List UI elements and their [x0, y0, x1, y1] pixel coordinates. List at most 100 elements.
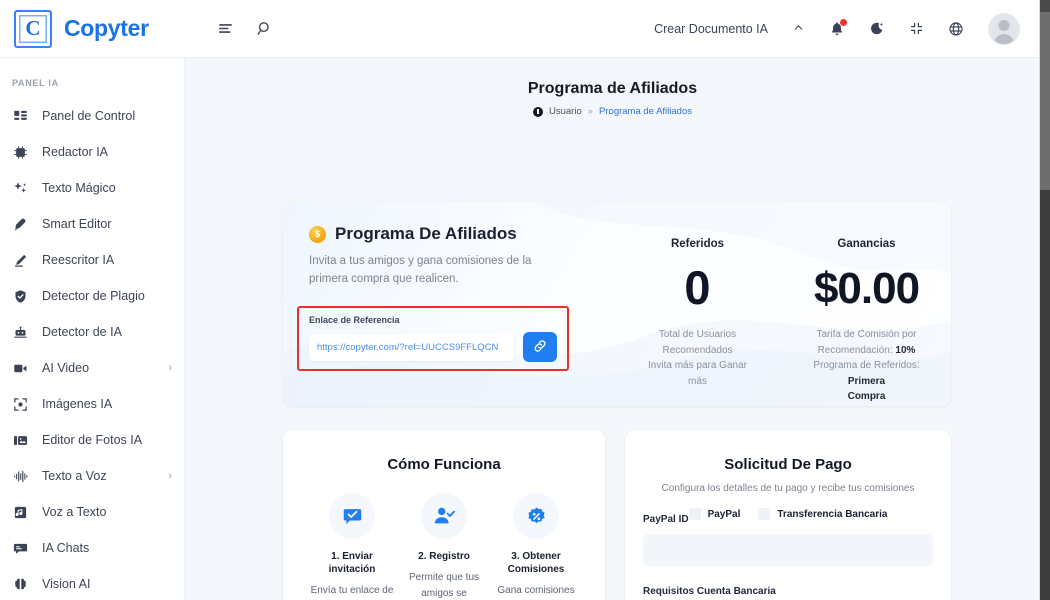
chat-check-icon	[329, 493, 375, 539]
pen-icon	[12, 217, 29, 232]
stat-note: Tarifa de Comisión por Recomendación: 10…	[782, 327, 951, 405]
breadcrumb-current[interactable]: Programa de Afiliados	[599, 106, 692, 117]
sidebar-item-label: Voz a Texto	[42, 505, 107, 519]
radio-bank-transfer[interactable]	[758, 508, 771, 520]
sidebar-section-label: PANEL IA	[12, 78, 59, 88]
radio-paypal[interactable]	[688, 508, 701, 520]
brand-mark-letter: C	[25, 16, 41, 40]
referral-link-input[interactable]	[309, 333, 514, 361]
stat-label: Ganancias	[837, 238, 896, 250]
stat-note-line: Tarifa de Comisión por	[816, 329, 917, 340]
sidebar-item-ia-chats[interactable]: IA Chats	[0, 530, 184, 566]
sidebar-item-voz-a-texto[interactable]: Voz a Texto	[0, 494, 184, 530]
sidebar-item-label: IA Chats	[42, 541, 90, 555]
affiliate-banner-card: $ Programa De Afiliados Invita a tus ami…	[283, 202, 951, 406]
step-description: Permite que tus amigos se registren usan…	[408, 572, 480, 599]
bell-icon[interactable]	[829, 18, 847, 37]
chevron-up-icon[interactable]	[792, 21, 805, 37]
stat-note-line: Recomendación:	[817, 344, 896, 356]
stat-value: 0	[684, 261, 711, 314]
stat-note-line: Recomendados	[662, 344, 733, 356]
stat-value: $0.00	[813, 264, 920, 313]
music-note-icon	[12, 505, 29, 520]
avatar[interactable]	[988, 12, 1020, 45]
breadcrumb-separator: »	[587, 106, 594, 117]
sidebar-item-label: Vision AI	[42, 577, 91, 591]
tab-bank-transfer[interactable]: Transferencia Bancaria	[758, 508, 887, 520]
sidebar-item-panel-de-control[interactable]: Panel de Control	[0, 98, 184, 134]
brand-logo[interactable]: C Copyter	[0, 9, 185, 48]
payment-subtitle: Configura los detalles de tu pago y reci…	[661, 483, 915, 494]
stat-referidos: Referidos 0 Total de Usuarios Recomendad…	[613, 202, 782, 406]
globe-icon[interactable]	[948, 21, 964, 37]
step-2: 2. Registro Permite que tus amigos se re…	[401, 493, 487, 600]
notification-dot	[840, 18, 847, 26]
sidebar-item-label: Detector de IA	[42, 325, 122, 339]
sidebar-item-label: AI Video	[42, 361, 90, 375]
step-title: 1. Enviar invitación	[328, 551, 376, 575]
chat-icon	[12, 541, 29, 556]
sidebar-item-label: Texto Mágico	[42, 181, 116, 195]
menu-icon[interactable]	[217, 20, 234, 37]
sidebar-item-texto-a-voz[interactable]: Texto a Voz ›	[0, 458, 184, 494]
sidebar-item-label: Detector de Plagio	[42, 289, 145, 303]
shield-check-icon	[12, 289, 29, 304]
scrollbar-thumb[interactable]	[1040, 12, 1050, 190]
stat-note-line: Total de Usuarios	[658, 329, 737, 340]
stat-ganancias: Ganancias $0.00 Tarifa de Comisión por R…	[782, 202, 951, 406]
robot-icon	[12, 325, 29, 340]
search-icon[interactable]	[256, 20, 273, 37]
sidebar-item-vision-ai[interactable]: Vision AI	[0, 566, 184, 600]
sidebar-item-label: Texto a Voz	[42, 469, 107, 483]
dashboard-icon	[12, 109, 29, 124]
stat-note-bold: 10%	[895, 344, 916, 356]
brand-name: Copyter	[64, 15, 149, 41]
scroll-up-button[interactable]	[1040, 0, 1050, 12]
how-it-works-card: Cómo Funciona 1. Enviar invitación Envía…	[283, 430, 605, 600]
sidebar-item-label: Imágenes IA	[42, 397, 113, 411]
stat-note: Total de Usuarios Recomendados Invita má…	[613, 327, 782, 389]
photo-edit-icon	[12, 433, 29, 448]
sidebar-item-label: Panel de Control	[42, 109, 136, 123]
breadcrumb: Usuario » Programa de Afiliados	[185, 106, 1040, 117]
stat-note-line: más	[688, 375, 707, 387]
paypal-id-input[interactable]	[643, 534, 933, 566]
sidebar-item-editor-de-fotos-ia[interactable]: Editor de Fotos IA	[0, 422, 184, 458]
banner-title: Programa De Afiliados	[335, 224, 517, 243]
percent-badge-icon	[513, 493, 559, 539]
sidebar-item-imagenes-ia[interactable]: Imágenes IA	[0, 386, 184, 422]
sidebar-item-label: Smart Editor	[42, 217, 112, 231]
sidebar-item-detector-de-ia[interactable]: Detector de IA	[0, 314, 184, 350]
banner-subtitle: Invita a tus amigos y gana comisiones de…	[309, 255, 532, 285]
referral-link-label: Enlace de Referencia	[309, 315, 400, 325]
tab-label: PayPal	[707, 508, 741, 520]
sidebar-item-smart-editor[interactable]: Smart Editor	[0, 206, 184, 242]
app-root: C Copyter Crear Documento IA PANEL IA Pa…	[0, 0, 1050, 600]
sidebar-item-redactor-ia[interactable]: Redactor IA	[0, 134, 184, 170]
stat-label: Referidos	[670, 238, 725, 250]
sidebar-item-ai-video[interactable]: AI Video ›	[0, 350, 184, 386]
chevron-right-icon: ›	[168, 362, 172, 374]
tab-label: Transferencia Bancaria	[777, 508, 888, 520]
sidebar-item-label: Reescritor IA	[42, 253, 115, 267]
create-document-button[interactable]: Crear Documento IA	[654, 22, 768, 36]
sidebar-item-reescritor-ia[interactable]: Reescritor IA	[0, 242, 184, 278]
tab-paypal[interactable]: PayPal	[688, 508, 741, 520]
stat-note-line: Invita más para Ganar	[648, 360, 747, 371]
video-icon	[12, 361, 29, 376]
step-description: Gana comisiones por sus primeros pagos d…	[497, 585, 575, 596]
breadcrumb-user[interactable]: Usuario	[549, 106, 582, 117]
window-scrollbar[interactable]	[1040, 0, 1050, 600]
step-3: 3. Obtener Comisiones Gana comisiones po…	[493, 493, 579, 600]
sidebar-item-detector-de-plagio[interactable]: Detector de Plagio	[0, 278, 184, 314]
copy-link-button[interactable]	[523, 332, 557, 362]
stat-note-bold: Primera	[847, 375, 886, 387]
payment-request-card: Solicitud De Pago Configura los detalles…	[625, 430, 951, 600]
top-bar: C Copyter Crear Documento IA	[0, 0, 1040, 58]
main-content: Programa de Afiliados Usuario » Programa…	[185, 58, 1040, 600]
moon-icon[interactable]	[869, 21, 885, 37]
step-title: 2. Registro	[418, 551, 470, 562]
collapse-icon[interactable]	[909, 21, 924, 36]
sidebar-item-texto-magico[interactable]: Texto Mágico	[0, 170, 184, 206]
chevron-right-icon: ›	[168, 470, 172, 482]
